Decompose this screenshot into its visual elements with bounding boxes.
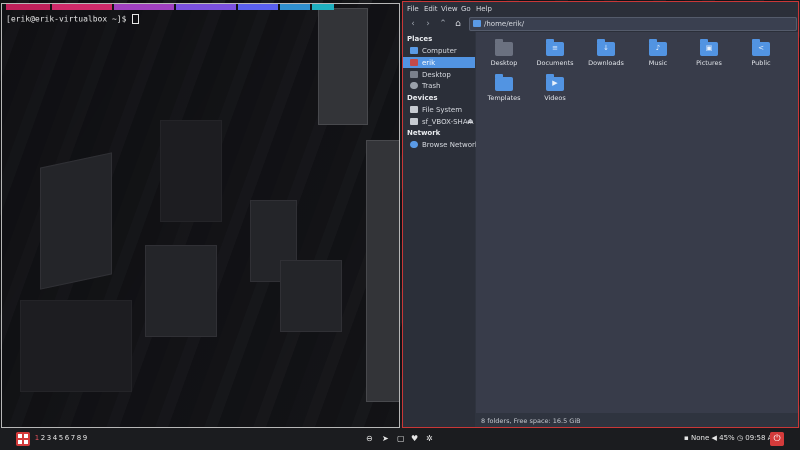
menu-view[interactable]: View [441,5,458,13]
bar-segment [6,4,50,10]
sidebar-item-computer[interactable]: Computer [403,45,475,56]
devices-heading: Devices [407,94,438,102]
volume-icon[interactable]: ◀ [711,434,716,442]
bar-segment [238,4,278,10]
public-folder-icon: < [752,39,770,56]
folder-downloads[interactable]: ↓ Downloads [581,38,631,70]
terminal-top-bar [2,4,399,10]
grid-icon [18,440,22,444]
places-heading: Places [407,35,433,43]
location-bar[interactable]: /home/erik/ [469,17,797,31]
documents-folder-icon: ≡ [546,39,564,56]
workspace-switcher: 123456789 [34,434,88,442]
folder-label: Documents [536,59,574,67]
computer-icon [410,47,418,54]
home-folder-icon [410,59,418,66]
bar-segment [114,4,174,10]
power-icon[interactable]: ⏻ [770,432,784,446]
grid-icon [18,434,22,438]
terminal-prompt: [erik@erik-virtualbox ~]$ [6,14,132,24]
folder-label: Music [648,59,668,67]
bar-segment [176,4,236,10]
folder-label: Videos [544,94,566,102]
trash-icon [410,82,418,89]
drive-icon [410,106,418,113]
sidebar-item-label: erik [422,59,436,67]
desktop-icon [410,71,418,78]
gear-icon[interactable]: ✲ [426,434,433,443]
folder-desktop[interactable]: Desktop [479,38,529,70]
bar-segment [280,4,310,10]
window-icon[interactable]: ▢ [397,434,405,443]
bar-segment [312,4,334,10]
sidebar-item-shared-folder[interactable]: sf_VBOX-SHA... ⏏ [403,116,475,127]
toolbar: ‹ › ⌃ ⌂ /home/erik/ [403,16,798,32]
workspace-9[interactable]: 9 [82,434,88,442]
eject-icon[interactable]: ⏏ [467,117,474,125]
sidebar-item-label: File System [422,106,463,114]
folder-label: Desktop [490,59,518,67]
folder-pictures[interactable]: ▣ Pictures [684,38,734,70]
network-icon [410,141,418,148]
sidebar-item-label: Computer [422,47,457,55]
file-manager-window[interactable]: File Edit View Go Help ‹ › ⌃ ⌂ /home/eri… [402,1,799,428]
sidebar-item-file-system[interactable]: File System [403,104,475,115]
status-bar: 8 folders, Free space: 16.5 GiB [476,413,798,427]
folder-label: Templates [487,94,521,102]
grid-icon [24,440,28,444]
file-view[interactable]: Desktop ≡ Documents ↓ Downloads ♪ Music … [476,32,798,413]
sidebar-item-label: Desktop [422,71,451,79]
network-heading: Network [407,129,441,137]
menu-file[interactable]: File [407,5,419,13]
folder-icon [473,20,481,27]
videos-folder-icon: ▶ [546,74,564,91]
folder-public[interactable]: < Public [736,38,786,70]
music-folder-icon: ♪ [649,39,667,56]
folder-templates[interactable]: Templates [479,73,529,105]
pictures-folder-icon: ▣ [700,39,718,56]
folder-videos[interactable]: ▶ Videos [530,73,580,105]
chevron-left-icon[interactable]: ‹ [407,18,419,30]
menu-bar: File Edit View Go Help [403,2,798,16]
language-indicator[interactable]: None [691,434,709,442]
sidebar-item-browse-network[interactable]: Browse Network [403,139,479,150]
stop-icon[interactable]: ⊖ [366,434,373,443]
folder-label: Pictures [696,59,722,67]
templates-folder-icon [495,74,513,91]
sidebar: Places Computer erik Desktop Trash Devic… [403,32,479,427]
sidebar-item-label: Trash [422,82,441,90]
folder-label: Public [751,59,771,67]
clock-icon: ◷ [736,434,744,442]
terminal-prompt-line[interactable]: [erik@erik-virtualbox ~]$ [6,14,140,24]
system-tray: ▪ None ◀ 45% ◷ 09:58 AM [684,434,778,442]
status-text: 8 folders, Free space: 16.5 GiB [481,417,581,425]
downloads-folder-icon: ↓ [597,39,615,56]
grid-icon [24,434,28,438]
chevron-up-icon[interactable]: ⌃ [437,18,449,30]
chevron-right-icon[interactable]: › [422,18,434,30]
home-icon[interactable]: ⌂ [452,18,464,30]
menu-go[interactable]: Go [461,5,471,13]
folder-documents[interactable]: ≡ Documents [530,38,580,70]
heart-icon[interactable]: ♥ [411,434,418,443]
sidebar-item-erik[interactable]: erik [403,57,475,68]
folder-music[interactable]: ♪ Music [633,38,683,70]
location-path: /home/erik/ [484,20,525,28]
drive-icon [410,118,418,125]
bar-segment [52,4,112,10]
menu-help[interactable]: Help [476,5,492,13]
sidebar-item-desktop[interactable]: Desktop [403,69,475,80]
volume-level[interactable]: 45% [719,434,735,442]
folder-label: Downloads [588,59,624,67]
menu-edit[interactable]: Edit [424,5,438,13]
terminal-window[interactable]: [erik@erik-virtualbox ~]$ [1,3,400,428]
keyboard-icon[interactable]: ▪ [684,434,689,442]
sidebar-item-trash[interactable]: Trash [403,80,475,91]
taskbar: 123456789 ⊖ ➤ ▢ ♥ ✲ ▪ None ◀ 45% ◷ 09:58… [0,428,800,450]
desktop-folder-icon [495,39,513,56]
terminal-cursor [132,14,140,24]
app-menu-button[interactable] [16,432,30,446]
sidebar-item-label: Browse Network [422,141,479,149]
send-icon[interactable]: ➤ [382,434,389,443]
